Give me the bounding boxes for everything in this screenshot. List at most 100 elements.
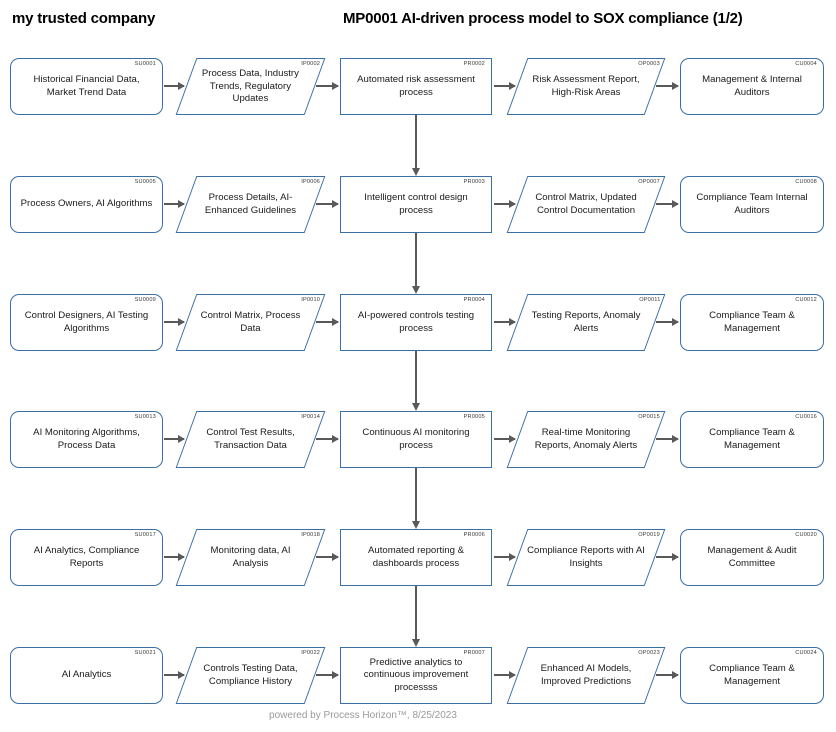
arrow-supplier-to-input	[164, 82, 185, 90]
arrow-input-to-process	[316, 318, 339, 326]
process-id: PR0006	[463, 531, 485, 538]
output-label: Compliance Reports with AI Insights	[527, 545, 645, 569]
process-box[interactable]: PR0006 Automated reporting & dashboards …	[340, 529, 492, 586]
supplier-label: AI Analytics	[61, 669, 112, 681]
arrow-process-flow	[412, 115, 420, 176]
customer-box[interactable]: CU0004 Management & Internal Auditors	[680, 58, 824, 115]
supplier-box[interactable]: SU0009 Control Designers, AI Testing Alg…	[10, 294, 163, 351]
process-label: Predictive analytics to continuous impro…	[363, 656, 469, 693]
process-box[interactable]: PR0003 Intelligent control design proces…	[340, 176, 492, 233]
input-shape[interactable]: IP0022 Controls Testing Data, Compliance…	[175, 647, 326, 704]
output-label: Testing Reports, Anomaly Alerts	[531, 310, 641, 334]
process-label: AI-powered controls testing process	[357, 310, 475, 334]
customer-label: Management & Audit Committee	[707, 545, 797, 569]
customer-box[interactable]: CU0008 Compliance Team Internal Auditors	[680, 176, 824, 233]
arrow-process-flow	[412, 233, 420, 294]
page-title: MP0001 AI-driven process model to SOX co…	[343, 10, 743, 27]
process-row: SU0021 AI Analytics IP0022 Controls Test…	[0, 647, 836, 704]
customer-box[interactable]: CU0016 Compliance Team & Management	[680, 411, 824, 468]
output-id: OP0023	[638, 649, 661, 656]
process-row: SU0001 Historical Financial Data, Market…	[0, 58, 836, 115]
supplier-id: SU0013	[134, 413, 156, 420]
output-shape[interactable]: OP0003 Risk Assessment Report, High-Risk…	[506, 58, 666, 115]
supplier-box[interactable]: SU0001 Historical Financial Data, Market…	[10, 58, 163, 115]
input-shape[interactable]: IP0014 Control Test Results, Transaction…	[175, 411, 326, 468]
process-id: PR0005	[463, 413, 485, 420]
process-box[interactable]: PR0002 Automated risk assessment process	[340, 58, 492, 115]
customer-label: Compliance Team & Management	[709, 663, 795, 687]
supplier-box[interactable]: SU0017 AI Analytics, Compliance Reports	[10, 529, 163, 586]
arrow-output-to-customer	[656, 200, 679, 208]
footer-credit: powered by Process Horizon™, 8/25/2023	[269, 710, 457, 721]
output-shape[interactable]: OP0011 Testing Reports, Anomaly Alerts	[506, 294, 666, 351]
customer-id: CU0004	[795, 60, 817, 67]
process-box[interactable]: PR0005 Continuous AI monitoring process	[340, 411, 492, 468]
input-id: IP0022	[301, 649, 321, 656]
process-label: Continuous AI monitoring process	[362, 427, 470, 451]
customer-label: Compliance Team & Management	[709, 427, 795, 451]
arrow-output-to-customer	[656, 435, 679, 443]
customer-id: CU0016	[795, 413, 817, 420]
arrow-supplier-to-input	[164, 553, 185, 561]
customer-box[interactable]: CU0020 Management & Audit Committee	[680, 529, 824, 586]
process-id: PR0004	[463, 296, 485, 303]
supplier-label: AI Monitoring Algorithms, Process Data	[33, 427, 140, 451]
input-label: Control Matrix, Process Data	[200, 310, 301, 334]
arrow-process-to-output	[494, 82, 516, 90]
supplier-box[interactable]: SU0021 AI Analytics	[10, 647, 163, 704]
customer-label: Compliance Team & Management	[709, 310, 795, 334]
input-label: Monitoring data, AI Analysis	[210, 545, 291, 569]
customer-id: CU0012	[795, 296, 817, 303]
output-shape[interactable]: OP0007 Control Matrix, Updated Control D…	[506, 176, 666, 233]
process-row: SU0005 Process Owners, AI Algorithms IP0…	[0, 176, 836, 233]
process-id: PR0007	[463, 649, 485, 656]
output-label: Control Matrix, Updated Control Document…	[535, 192, 637, 216]
arrow-process-flow	[412, 468, 420, 529]
arrow-process-flow	[412, 351, 420, 411]
process-box[interactable]: PR0004 AI-powered controls testing proce…	[340, 294, 492, 351]
input-shape[interactable]: IP0018 Monitoring data, AI Analysis	[175, 529, 326, 586]
process-row: SU0013 AI Monitoring Algorithms, Process…	[0, 411, 836, 468]
diagram-canvas: my trusted company MP0001 AI-driven proc…	[0, 0, 836, 732]
arrow-input-to-process	[316, 553, 339, 561]
output-label: Risk Assessment Report, High-Risk Areas	[532, 74, 640, 98]
process-box[interactable]: PR0007 Predictive analytics to continuou…	[340, 647, 492, 704]
arrow-process-to-output	[494, 435, 516, 443]
output-shape[interactable]: OP0023 Enhanced AI Models, Improved Pred…	[506, 647, 666, 704]
arrow-output-to-customer	[656, 82, 679, 90]
supplier-id: SU0009	[134, 296, 156, 303]
arrow-process-to-output	[494, 318, 516, 326]
output-label: Real-time Monitoring Reports, Anomaly Al…	[534, 427, 638, 451]
customer-id: CU0020	[795, 531, 817, 538]
supplier-id: SU0005	[134, 178, 156, 185]
arrow-input-to-process	[316, 200, 339, 208]
supplier-box[interactable]: SU0005 Process Owners, AI Algorithms	[10, 176, 163, 233]
supplier-label: Historical Financial Data, Market Trend …	[33, 74, 140, 98]
input-label: Process Details, AI-Enhanced Guidelines	[204, 192, 297, 216]
process-id: PR0002	[463, 60, 485, 67]
arrow-supplier-to-input	[164, 318, 185, 326]
output-label: Enhanced AI Models, Improved Predictions	[540, 663, 632, 687]
process-id: PR0003	[463, 178, 485, 185]
arrow-process-flow	[412, 586, 420, 647]
customer-label: Management & Internal Auditors	[702, 74, 802, 98]
output-shape[interactable]: OP0019 Compliance Reports with AI Insigh…	[506, 529, 666, 586]
customer-id: CU0024	[795, 649, 817, 656]
supplier-id: SU0017	[134, 531, 156, 538]
input-id: IP0010	[301, 296, 321, 303]
input-shape[interactable]: IP0010 Control Matrix, Process Data	[175, 294, 326, 351]
input-shape[interactable]: IP0002 Process Data, Industry Trends, Re…	[175, 58, 326, 115]
arrow-input-to-process	[316, 435, 339, 443]
supplier-label: Process Owners, AI Algorithms	[20, 198, 153, 210]
input-label: Process Data, Industry Trends, Regulator…	[201, 67, 300, 104]
supplier-label: AI Analytics, Compliance Reports	[33, 545, 140, 569]
process-label: Automated reporting & dashboards process	[368, 545, 464, 569]
customer-label: Compliance Team Internal Auditors	[696, 192, 808, 216]
supplier-box[interactable]: SU0013 AI Monitoring Algorithms, Process…	[10, 411, 163, 468]
process-row: SU0009 Control Designers, AI Testing Alg…	[0, 294, 836, 351]
company-name: my trusted company	[12, 10, 156, 27]
input-shape[interactable]: IP0006 Process Details, AI-Enhanced Guid…	[175, 176, 326, 233]
customer-box[interactable]: CU0012 Compliance Team & Management	[680, 294, 824, 351]
customer-box[interactable]: CU0024 Compliance Team & Management	[680, 647, 824, 704]
output-shape[interactable]: OP0015 Real-time Monitoring Reports, Ano…	[506, 411, 666, 468]
